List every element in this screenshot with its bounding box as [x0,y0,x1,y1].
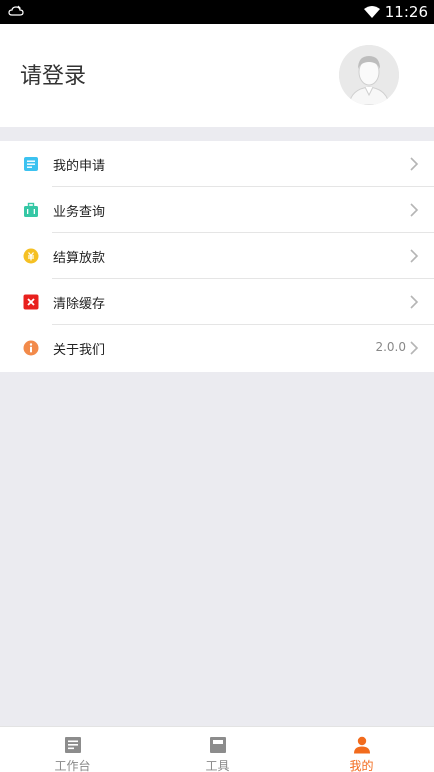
chevron-right-icon [410,341,419,355]
menu-item-settlement-loan[interactable]: 结算放款 [0,233,434,279]
application-doc-icon [24,157,38,171]
menu-item-my-application[interactable]: 我的申请 [0,141,434,187]
nav-label: 工具 [205,759,230,772]
chevron-right-icon [410,249,419,263]
status-time: 11:26 [384,3,428,21]
menu-item-label: 业务查询 [53,205,106,220]
profile-header[interactable]: 请登录 [0,24,434,127]
notification-cloud-icon [8,5,24,16]
clear-x-icon [23,294,39,310]
nav-label: 我的 [349,759,374,772]
app-version: 2.0.0 [375,340,406,354]
chevron-right-icon [410,157,419,171]
wifi-icon [363,6,380,18]
tools-icon [209,737,226,753]
nav-tab-mine[interactable]: 我的 [289,727,434,772]
menu-item-about-us[interactable]: 关于我们 2.0.0 [0,325,434,371]
menu-item-clear-cache[interactable]: 清除缓存 [0,279,434,325]
screen: 11:26 请登录 我的申请 业务查询 结算放款 清除缓存 关于我们 2.0.0… [0,0,434,772]
menu-item-business-query[interactable]: 业务查询 [0,187,434,233]
menu-item-label: 清除缓存 [53,297,106,312]
avatar[interactable] [339,45,399,105]
bottom-nav: 工作台 工具 我的 [0,726,434,772]
nav-tab-tools[interactable]: 工具 [145,727,290,772]
menu-item-label: 结算放款 [53,251,106,266]
chevron-right-icon [410,295,419,309]
coin-icon [23,248,39,264]
person-icon [353,736,370,754]
chevron-right-icon [410,203,419,217]
nav-tab-workbench[interactable]: 工作台 [0,727,145,772]
menu-item-label: 关于我们 [53,343,106,358]
status-right: 11:26 [363,2,428,22]
menu-item-label: 我的申请 [53,159,106,174]
login-prompt[interactable]: 请登录 [20,58,86,90]
info-icon [23,340,39,356]
nav-label: 工作台 [54,759,91,772]
workbench-icon [64,737,81,753]
status-bar: 11:26 [0,0,434,24]
briefcase-icon [24,202,38,217]
menu-list: 我的申请 业务查询 结算放款 清除缓存 关于我们 2.0.0 [0,141,434,372]
default-avatar-icon [339,45,399,105]
